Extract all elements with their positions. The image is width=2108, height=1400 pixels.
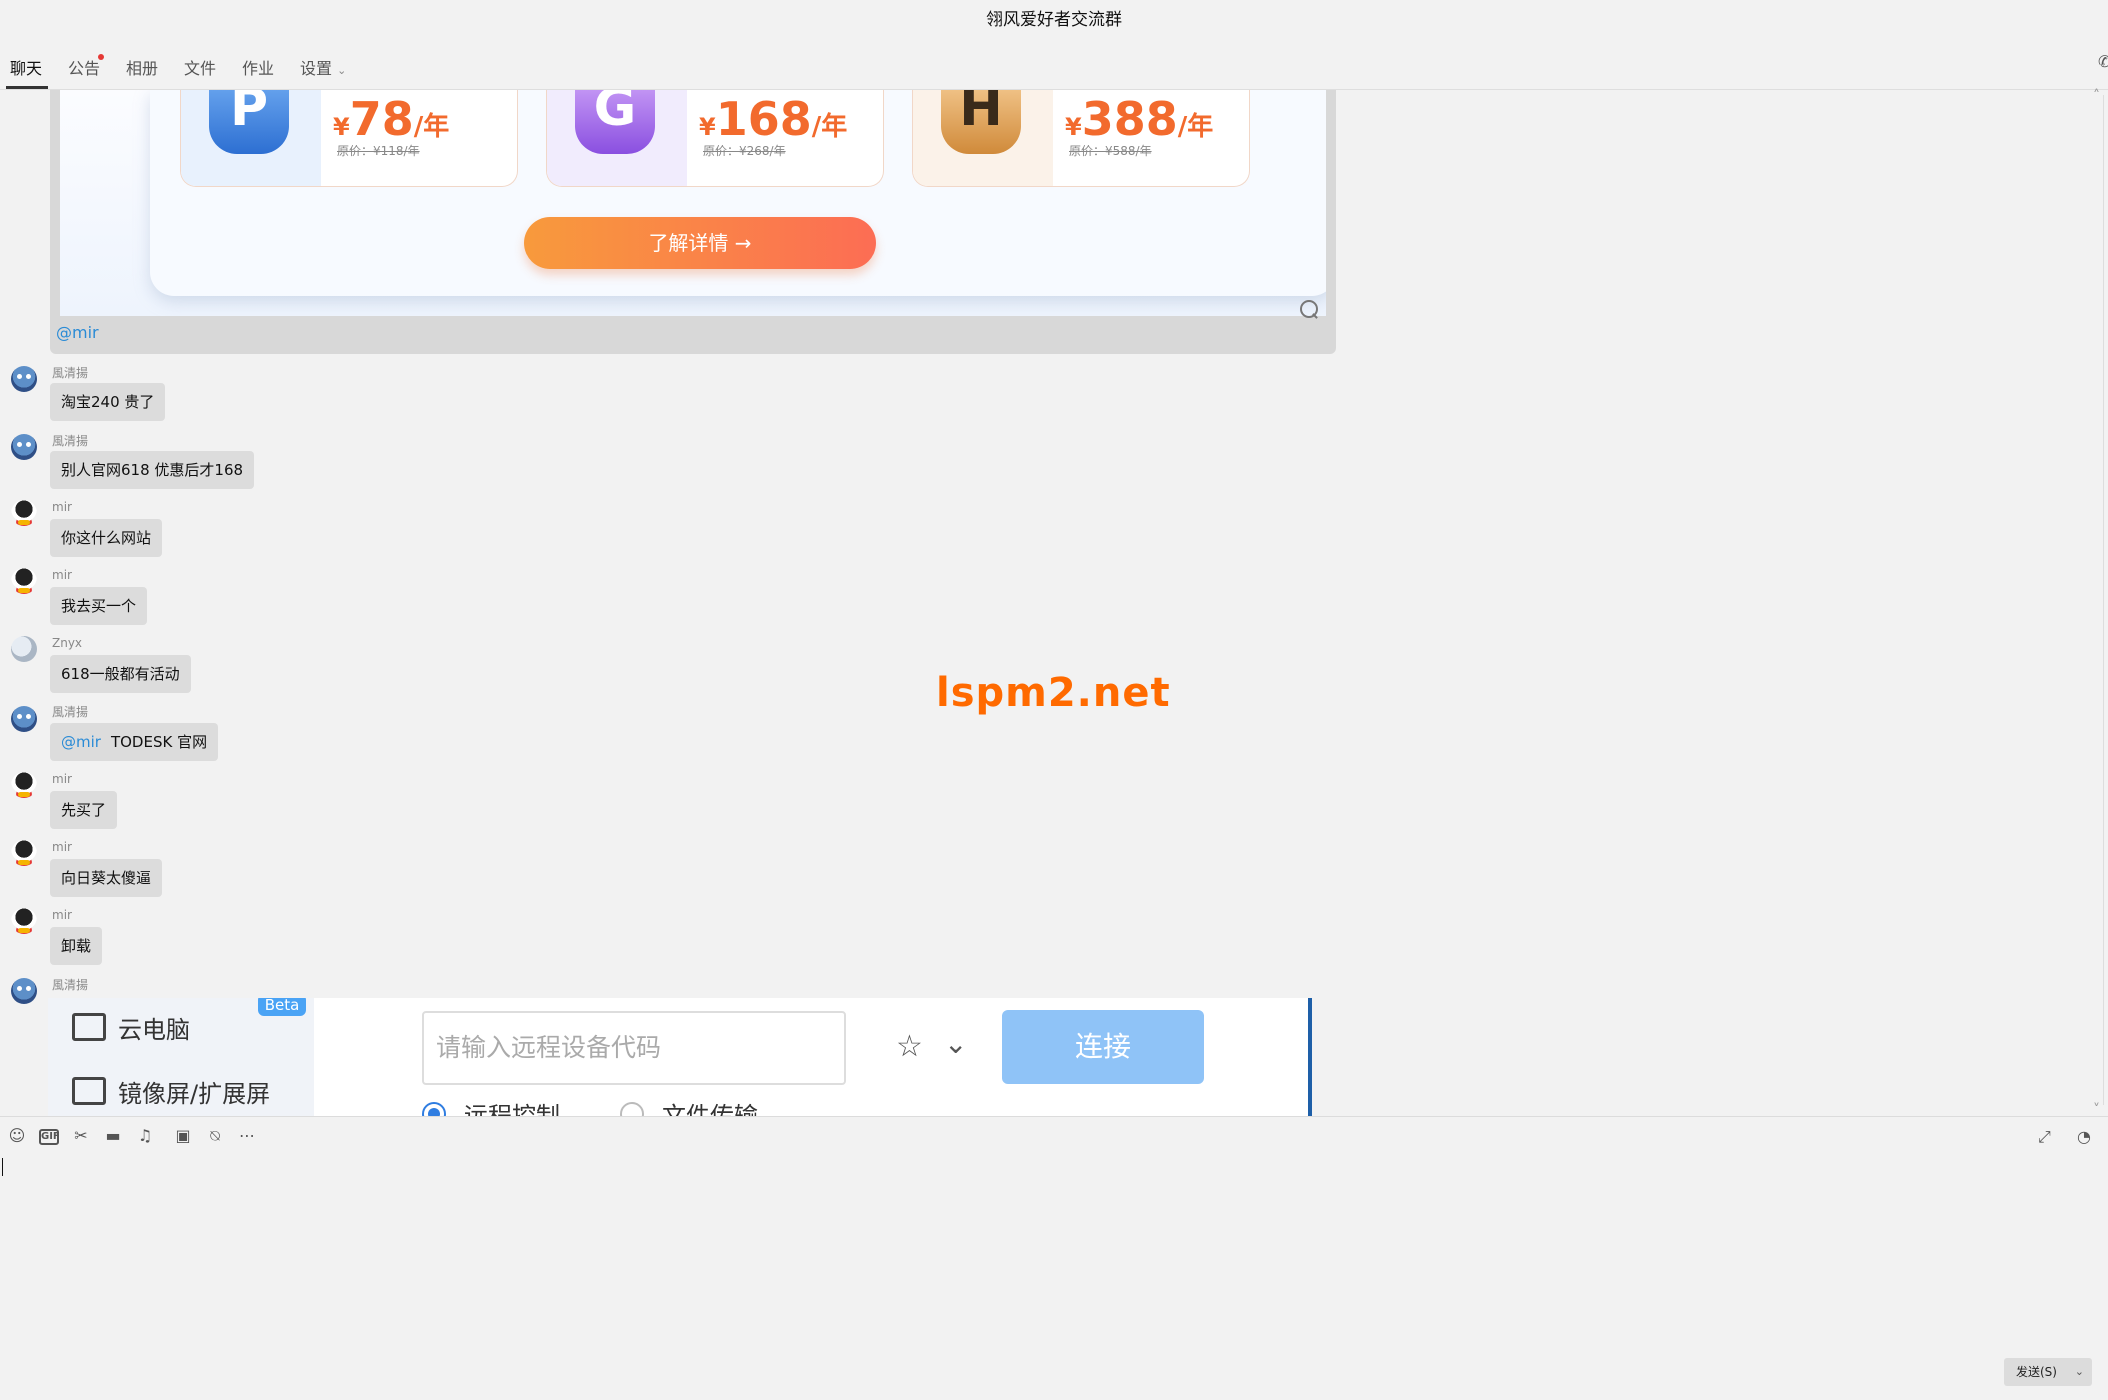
text-cursor (2, 1158, 3, 1176)
message-bubble[interactable]: 别人官网618 优惠后才168 (50, 451, 255, 489)
image-icon[interactable]: ▣ (174, 1127, 192, 1145)
sender-name: 風清揚 (52, 978, 89, 992)
tab-settings[interactable]: 设置 ⌄ (300, 48, 346, 92)
side-item-cloud-pc: 云电脑 (72, 1010, 190, 1045)
learn-more-button[interactable]: 了解详情 → (524, 217, 876, 269)
sender-name: mir (52, 840, 72, 854)
unread-dot (98, 54, 104, 60)
plan-card-h: H ¥388/年 原价：¥588/年 (912, 90, 1250, 187)
plan-price: ¥388/年 (1065, 92, 1214, 146)
tab-homework[interactable]: 作业 (242, 48, 274, 90)
mention-link[interactable]: @mir (56, 323, 99, 342)
message-bubble[interactable]: 卸载 (50, 927, 103, 965)
message-bubble[interactable]: 我去买一个 (50, 587, 148, 625)
tab-chat[interactable]: 聊天 (10, 48, 42, 90)
badge-p-icon: P (209, 90, 289, 154)
tab-files[interactable]: 文件 (184, 48, 216, 90)
screenshot-image[interactable]: Beta 云电脑 镜像屏/扩展屏 请输入远程设备代码 ☆ ⌄ 连接 远程控制 文… (48, 998, 1312, 1116)
badge-h-icon: H (941, 90, 1021, 154)
send-button[interactable]: 发送(S) ⌄ (2004, 1358, 2092, 1386)
clock-icon[interactable]: ◔ (2077, 1127, 2091, 1146)
plan-icon-area: G (547, 90, 687, 186)
phone-icon[interactable]: ✆ (2098, 52, 2108, 71)
emoji-icon[interactable]: ☺ (8, 1127, 26, 1145)
radio-remote-control (422, 1102, 446, 1116)
message-bubble[interactable]: 你这什么网站 (50, 519, 163, 557)
sender-name: mir (52, 568, 72, 582)
tab-label: 公告 (68, 59, 101, 78)
tab-album[interactable]: 相册 (126, 48, 158, 90)
plan-card-g: G ¥168/年 原价：¥268/年 (546, 90, 884, 187)
scrollbar[interactable] (2103, 95, 2104, 1105)
avatar[interactable] (11, 908, 37, 934)
sender-name: mir (52, 500, 72, 514)
sender-name: 風清揚 (52, 366, 89, 380)
plan-original-price: 原价：¥118/年 (337, 144, 420, 158)
chevron-down-icon: ⌄ (944, 1027, 968, 1060)
message-bubble[interactable]: 618一般都有活动 (50, 655, 191, 693)
sender-name: mir (52, 908, 72, 922)
avatar[interactable] (11, 568, 37, 594)
tab-announcement[interactable]: 公告 (68, 48, 104, 90)
avatar[interactable] (11, 706, 37, 732)
chevron-down-icon: ⌄ (337, 64, 347, 77)
avatar[interactable] (11, 840, 37, 866)
plan-price: ¥78/年 (333, 92, 450, 146)
radio-file-transfer (620, 1102, 644, 1116)
sender-name: 風清揚 (52, 434, 89, 448)
message-bubble[interactable]: 先买了 (50, 791, 118, 829)
more-icon[interactable]: ⋯ (238, 1127, 256, 1145)
sender-name: mir (52, 772, 72, 786)
device-code-placeholder: 请输入远程设备代码 (436, 1033, 662, 1062)
plan-original-price: 原价：¥588/年 (1069, 144, 1152, 158)
gif-icon[interactable]: GIF (39, 1129, 60, 1145)
mention-link[interactable]: @mir (61, 733, 101, 751)
folder-icon[interactable]: ▬ (104, 1127, 122, 1145)
promo-image[interactable]: P ¥78/年 原价：¥118/年 G ¥168/年 原价：¥268/年 H ¥… (60, 90, 1326, 316)
star-icon: ☆ (896, 1029, 923, 1064)
avatar[interactable] (11, 636, 37, 662)
avatar[interactable] (11, 366, 37, 392)
side-item-mirror-screen: 镜像屏/扩展屏 (72, 1074, 270, 1109)
monitor-icon (72, 1013, 106, 1041)
scroll-up-icon[interactable]: ˄ (2093, 88, 2100, 104)
chevron-down-icon[interactable]: ⌄ (2075, 1358, 2084, 1386)
badge-g-icon: G (575, 90, 655, 154)
watermark: lspm2.net (936, 670, 1171, 716)
avatar[interactable] (11, 978, 37, 1004)
mute-icon[interactable]: ⍉ (206, 1127, 224, 1145)
message-bubble[interactable]: 向日葵太傻逼 (50, 859, 163, 897)
extend-screen-icon (72, 1077, 106, 1105)
send-label: 发送(S) (2016, 1365, 2057, 1379)
screenshot-sidebar: Beta 云电脑 镜像屏/扩展屏 (48, 998, 314, 1116)
avatar[interactable] (11, 500, 37, 526)
avatar[interactable] (11, 434, 37, 460)
zoom-icon[interactable] (1300, 300, 1318, 318)
plan-original-price: 原价：¥268/年 (703, 144, 786, 158)
plan-price: ¥168/年 (699, 92, 848, 146)
scissors-icon[interactable]: ✂ (72, 1127, 90, 1145)
message-bubble[interactable]: @mir TODESK 官网 (50, 723, 219, 761)
composer-divider (0, 1116, 2108, 1117)
tab-label: 设置 (300, 59, 333, 78)
window-title: 翎风爱好者交流群 (986, 10, 1122, 30)
connect-button: 连接 (1002, 1010, 1204, 1084)
plan-card-p: P ¥78/年 原价：¥118/年 (180, 90, 518, 187)
expand-icon[interactable]: ⤢ (2038, 1127, 2051, 1147)
beta-badge: Beta (258, 998, 306, 1016)
message-text: TODESK 官网 (110, 733, 208, 751)
radio-label: 远程控制 (464, 1102, 560, 1116)
message-bubble[interactable]: 淘宝240 贵了 (50, 383, 166, 421)
sender-name: Znyx (52, 636, 83, 650)
sender-name: 風清揚 (52, 705, 89, 719)
plan-icon-area: H (913, 90, 1053, 186)
device-code-input: 请输入远程设备代码 ☆ ⌄ (422, 1011, 967, 1085)
music-icon[interactable]: ♫ (136, 1127, 154, 1145)
plan-icon-area: P (181, 90, 321, 186)
radio-label: 文件传输 (662, 1102, 758, 1116)
avatar[interactable] (11, 772, 37, 798)
screenshot-edge (1308, 998, 1312, 1116)
